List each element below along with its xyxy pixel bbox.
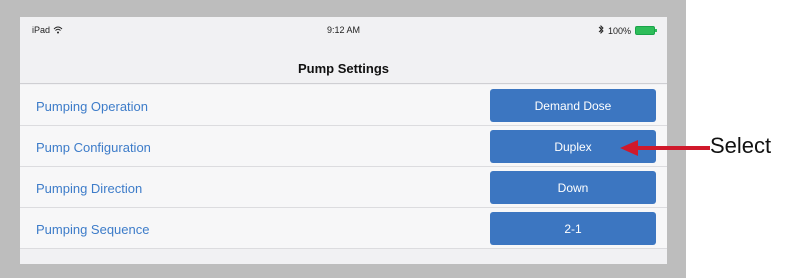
status-time: 9:12 AM [326, 25, 361, 35]
status-bar: iPad 9:12 AM 100% [20, 17, 667, 39]
ipad-frame: iPad 9:12 AM 100% Pump Settings Pumping … [0, 0, 686, 278]
settings-row-pumping-direction: Pumping Direction Down [20, 167, 667, 208]
setting-label: Pumping Sequence [36, 222, 150, 237]
bluetooth-icon [598, 24, 604, 36]
setting-label: Pump Configuration [36, 140, 151, 155]
settings-row-pumping-operation: Pumping Operation Demand Dose [20, 85, 667, 126]
setting-label: Pumping Operation [36, 99, 149, 114]
pumping-sequence-button[interactable]: 2-1 [490, 212, 656, 245]
battery-percent: 100% [607, 25, 631, 36]
ipad-screen: iPad 9:12 AM 100% Pump Settings Pumping … [20, 17, 667, 264]
pumping-direction-button[interactable]: Down [490, 171, 656, 204]
status-right: 100% [598, 24, 657, 36]
title-divider [20, 83, 667, 84]
select-annotation: Select [710, 133, 772, 158]
select-arrow-icon [620, 140, 710, 156]
settings-row-pumping-sequence: Pumping Sequence 2-1 [20, 208, 667, 249]
setting-label: Pumping Direction [36, 181, 143, 196]
settings-list: Pumping Operation Demand Dose Pump Confi… [20, 85, 667, 249]
page-title: Pump Settings [297, 61, 389, 76]
pumping-operation-button[interactable]: Demand Dose [490, 89, 656, 122]
settings-row-pump-configuration: Pump Configuration Duplex [20, 126, 667, 167]
battery-icon [635, 26, 657, 35]
